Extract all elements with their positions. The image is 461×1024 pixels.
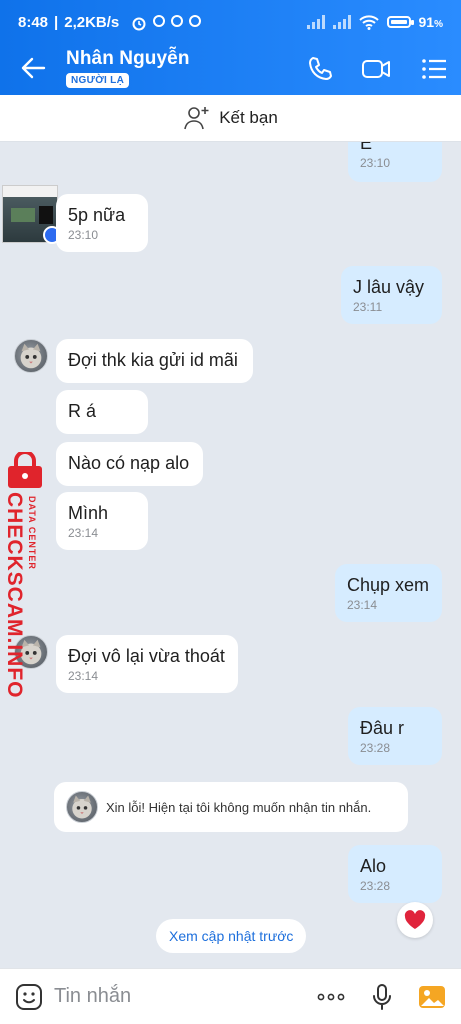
message-text: Mình [68,503,109,523]
message-text: Nào có nạp alo [68,453,190,473]
message-time: 23:10 [68,228,99,242]
chat-area[interactable]: E 23:10 5p nữa 23:10 J lâu vậy 23:11 Đợi… [0,142,461,968]
phone-icon[interactable] [304,53,336,85]
wifi-icon [358,15,379,30]
message-bubble-outgoing[interactable]: Đâu r 23:28 [348,707,442,765]
status-time: 8:48 [18,14,49,31]
message-bubble-outgoing[interactable]: Chụp xem 23:14 [335,564,442,622]
add-friend-label: Kết bạn [219,108,278,127]
message-bubble-incoming[interactable]: Đợi vô lại vừa thoát 23:14 [56,635,238,693]
message-bubble-incoming[interactable]: Mình 23:14 [56,492,148,550]
message-text: R á [68,401,97,421]
video-call-icon[interactable] [360,53,392,85]
back-arrow-icon[interactable] [18,53,48,83]
message-time: 23:14 [68,669,99,683]
message-time: 23:10 [360,156,391,170]
cat-avatar-icon [20,343,42,369]
react-heart-button[interactable] [397,902,433,938]
contact-avatar [66,791,98,823]
menu-list-icon[interactable] [418,53,450,85]
microphone-icon[interactable] [367,982,397,1012]
view-earlier-updates-button[interactable]: Xem cập nhật trước [156,919,307,953]
battery-level: 91 [418,14,435,30]
message-input[interactable]: Tin nhắn [54,985,131,1008]
stranger-badge: NGƯỜI LẠ [66,73,130,88]
message-time: 23:14 [347,598,378,612]
system-notice-text: Xin lỗi! Hiện tại tôi không muốn nhận ti… [106,799,372,815]
message-text: Đâu r [360,718,405,738]
message-input-bar: Tin nhắn [0,968,461,1024]
message-text: Chụp xem [347,575,430,595]
cat-avatar-icon [72,795,92,819]
message-text: Đợi thk kia gửi id mãi [68,350,238,370]
message-bubble-incoming[interactable]: 5p nữa 23:10 [56,194,148,252]
chat-header: Nhân Nguyễn NGƯỜI LẠ [0,42,461,95]
app-notification-icon [153,14,166,27]
image-icon[interactable] [417,982,447,1012]
status-bar: 8:48 | 2,2KB/s 91% [18,14,443,31]
message-time: 23:28 [360,879,391,893]
message-text: Alo [360,856,387,876]
battery-icon [386,16,414,28]
more-dots-icon[interactable] [316,982,346,1012]
heart-icon [404,910,426,929]
lock-icon [8,452,42,488]
signal-icon [332,15,351,29]
message-time: 23:28 [360,741,391,755]
image-thumbnail[interactable] [2,185,61,244]
message-bubble-incoming[interactable]: Nào có nạp alo [56,442,203,486]
watermark-text: CHECKSCAM.INFO [3,492,26,699]
checkscam-watermark: CHECKSCAM.INFO DATA CENTER [0,452,52,699]
message-bubble-incoming[interactable]: R á [56,390,148,434]
app-notification-icon [171,14,184,27]
watermark-subtext: DATA CENTER [27,496,37,570]
system-notice: Xin lỗi! Hiện tại tôi không muốn nhận ti… [54,782,408,832]
contact-name: Nhân Nguyễn [66,48,190,69]
add-friend-icon [184,107,209,130]
alarm-icon [132,17,146,30]
top-bar: 8:48 | 2,2KB/s 91% Nhân Nguyễn NGƯỜI LẠ [0,0,461,95]
message-time: 23:11 [353,300,383,314]
message-bubble-outgoing[interactable]: Alo 23:28 [348,845,442,903]
emoji-icon[interactable] [14,982,44,1012]
message-text: 5p nữa [68,205,126,225]
notification-icons [131,14,202,31]
app-notification-icon [189,14,202,27]
message-bubble-incoming[interactable]: Đợi thk kia gửi id mãi [56,339,253,383]
message-text: J lâu vậy [353,277,425,297]
add-friend-button[interactable]: Kết bạn [0,95,461,142]
signal-icon [306,15,325,29]
message-time: 23:14 [68,526,99,540]
contact-avatar[interactable] [14,339,48,373]
contact-info[interactable]: Nhân Nguyễn NGƯỜI LẠ [66,48,190,88]
status-net-speed: 2,2KB/s [64,14,120,31]
message-text: E [360,142,373,153]
message-bubble-outgoing[interactable]: E 23:10 [348,142,442,182]
message-bubble-outgoing[interactable]: J lâu vậy 23:11 [341,266,442,324]
message-text: Đợi vô lại vừa thoát [68,646,225,666]
